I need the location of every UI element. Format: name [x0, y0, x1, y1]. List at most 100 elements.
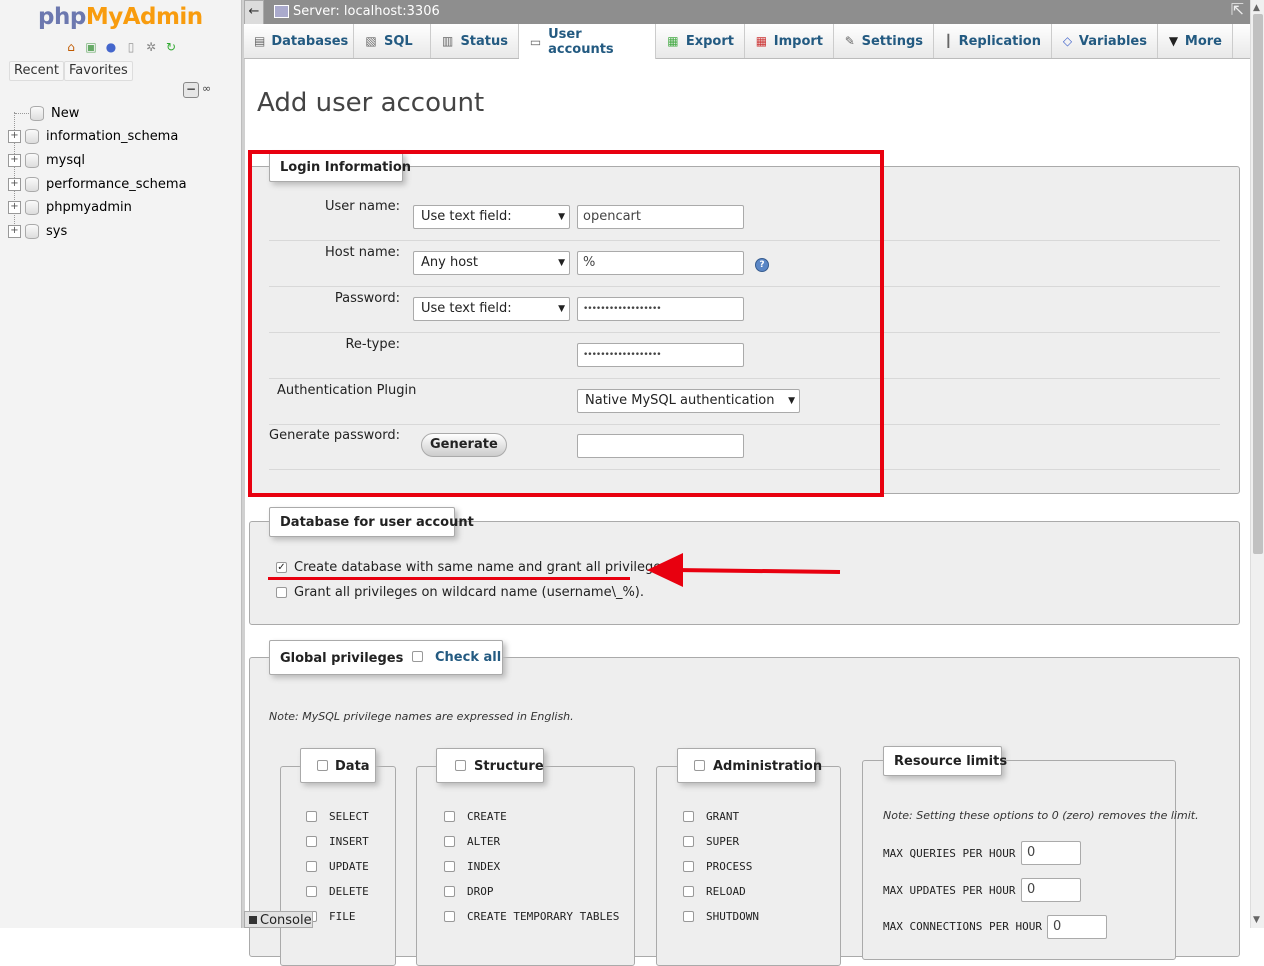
- recent-button[interactable]: Recent: [9, 61, 64, 81]
- tab-replication[interactable]: ┃ Replication: [934, 24, 1052, 58]
- console-icon: [249, 916, 257, 924]
- home-icon[interactable]: ⌂: [63, 39, 79, 55]
- data-legend: Data: [300, 748, 376, 783]
- tab-import[interactable]: ▦ Import: [745, 24, 834, 58]
- drop-privilege-label[interactable]: DROP: [467, 885, 494, 898]
- server-breadcrumb[interactable]: Server: localhost:3306: [274, 4, 440, 19]
- expand-icon[interactable]: +: [8, 153, 21, 167]
- tree-item-db[interactable]: + phpmyadmin: [8, 197, 132, 217]
- tree-item-db[interactable]: + mysql: [8, 150, 85, 170]
- max-updates-input[interactable]: 0: [1021, 878, 1081, 902]
- drop-checkbox[interactable]: [444, 886, 455, 897]
- delete-checkbox[interactable]: [306, 886, 317, 897]
- import-icon: ▦: [755, 34, 768, 48]
- tab-more[interactable]: ▼ More: [1158, 24, 1233, 58]
- tree-item-db[interactable]: + performance_schema: [8, 174, 187, 194]
- tree-item-db[interactable]: + information_schema: [8, 126, 178, 146]
- insert-privilege-label[interactable]: INSERT: [329, 835, 369, 848]
- gear-icon[interactable]: ✲: [143, 39, 159, 55]
- tab-sql[interactable]: ▧ SQL: [354, 24, 431, 58]
- database-icon: [25, 199, 39, 215]
- select-checkbox[interactable]: [306, 811, 317, 822]
- tab-databases[interactable]: ▤ Databases: [244, 24, 354, 58]
- tab-user-accounts[interactable]: ▭ User accounts: [519, 24, 656, 59]
- reload-checkbox[interactable]: [683, 886, 694, 897]
- max-updates-label: MAX UPDATES PER HOUR: [883, 884, 1016, 897]
- annotation-red-box: [248, 150, 884, 497]
- server-breadcrumb-bar: ← Server: localhost:3306 ⇱: [244, 0, 1250, 25]
- status-icon: ▥: [442, 34, 454, 48]
- database-icon: [25, 128, 39, 144]
- database-icon: ▤: [254, 34, 266, 48]
- link-with-main-icon[interactable]: ∞: [202, 83, 216, 95]
- alter-checkbox[interactable]: [444, 836, 455, 847]
- tree-item-db[interactable]: + sys: [8, 221, 67, 241]
- wrench-icon: ✎: [844, 34, 855, 48]
- grant-wildcard-checkbox[interactable]: [276, 587, 287, 598]
- export-icon: ▦: [667, 34, 679, 48]
- maximize-icon[interactable]: ⇱: [1231, 0, 1244, 19]
- create-temporary-tables-checkbox[interactable]: [444, 911, 455, 922]
- reload-icon[interactable]: ↻: [163, 39, 179, 55]
- process-checkbox[interactable]: [683, 861, 694, 872]
- collapse-all-button[interactable]: −: [183, 82, 199, 98]
- sidebar-resize-handle[interactable]: [241, 0, 245, 928]
- tab-status[interactable]: ▥ Status: [431, 24, 519, 58]
- scroll-up-icon[interactable]: ▲: [1253, 3, 1260, 13]
- create-database-label[interactable]: Create database with same name and grant…: [294, 560, 672, 575]
- phpmyadmin-logo[interactable]: phpMyAdmin: [38, 4, 203, 30]
- logout-icon[interactable]: ▣: [83, 39, 99, 55]
- alter-privilege-label[interactable]: ALTER: [467, 835, 500, 848]
- tab-variables[interactable]: ◇ Variables: [1052, 24, 1158, 58]
- tab-export[interactable]: ▦ Export: [656, 24, 745, 58]
- data-check-all-checkbox[interactable]: [317, 760, 328, 771]
- shutdown-checkbox[interactable]: [683, 911, 694, 922]
- page-title: Add user account: [257, 88, 485, 118]
- delete-privilege-label[interactable]: DELETE: [329, 885, 369, 898]
- expand-icon[interactable]: +: [8, 129, 21, 143]
- max-queries-input[interactable]: 0: [1021, 841, 1081, 865]
- top-menu: ▤ Databases ▧ SQL ▥ Status ▭ User accounts ▦…: [244, 24, 1250, 59]
- super-checkbox[interactable]: [683, 836, 694, 847]
- server-icon: [274, 5, 289, 18]
- select-privilege-label[interactable]: SELECT: [329, 810, 369, 823]
- create-checkbox[interactable]: [444, 811, 455, 822]
- max-connections-input[interactable]: 0: [1047, 915, 1107, 939]
- console-toggle[interactable]: Console: [244, 911, 313, 928]
- replication-icon: ┃: [944, 34, 952, 48]
- docs-icon[interactable]: ▯: [123, 39, 139, 55]
- file-privilege-label[interactable]: FILE: [329, 910, 356, 923]
- create-temporary-tables-privilege-label[interactable]: CREATE TEMPORARY TABLES: [467, 910, 619, 923]
- grant-checkbox[interactable]: [683, 811, 694, 822]
- structure-check-all-checkbox[interactable]: [455, 760, 466, 771]
- administration-check-all-checkbox[interactable]: [694, 760, 705, 771]
- insert-checkbox[interactable]: [306, 836, 317, 847]
- tab-settings[interactable]: ✎ Settings: [834, 24, 934, 58]
- check-all-checkbox[interactable]: [412, 651, 423, 662]
- expand-icon[interactable]: +: [8, 177, 21, 191]
- help-icon[interactable]: ●: [103, 39, 119, 55]
- scrollbar-thumb[interactable]: [1253, 14, 1263, 554]
- favorites-button[interactable]: Favorites: [64, 61, 133, 81]
- create-database-checkbox[interactable]: ✓: [276, 562, 287, 573]
- scroll-down-icon[interactable]: ▼: [1253, 915, 1260, 925]
- expand-icon[interactable]: +: [8, 224, 21, 238]
- back-button[interactable]: ←: [244, 0, 264, 25]
- database-icon: [25, 176, 39, 192]
- index-checkbox[interactable]: [444, 861, 455, 872]
- shutdown-privilege-label[interactable]: SHUTDOWN: [706, 910, 759, 923]
- grant-privilege-label[interactable]: GRANT: [706, 810, 739, 823]
- vertical-scrollbar[interactable]: ▲ ▼: [1250, 0, 1264, 928]
- expand-icon[interactable]: +: [8, 200, 21, 214]
- max-connections-label: MAX CONNECTIONS PER HOUR: [883, 920, 1042, 933]
- create-privilege-label[interactable]: CREATE: [467, 810, 507, 823]
- reload-privilege-label[interactable]: RELOAD: [706, 885, 746, 898]
- grant-wildcard-label[interactable]: Grant all privileges on wildcard name (u…: [294, 585, 644, 600]
- update-checkbox[interactable]: [306, 861, 317, 872]
- update-privilege-label[interactable]: UPDATE: [329, 860, 369, 873]
- tree-item-new[interactable]: New: [15, 103, 79, 123]
- index-privilege-label[interactable]: INDEX: [467, 860, 500, 873]
- process-privilege-label[interactable]: PROCESS: [706, 860, 752, 873]
- check-all-label[interactable]: Check all: [435, 650, 501, 665]
- super-privilege-label[interactable]: SUPER: [706, 835, 739, 848]
